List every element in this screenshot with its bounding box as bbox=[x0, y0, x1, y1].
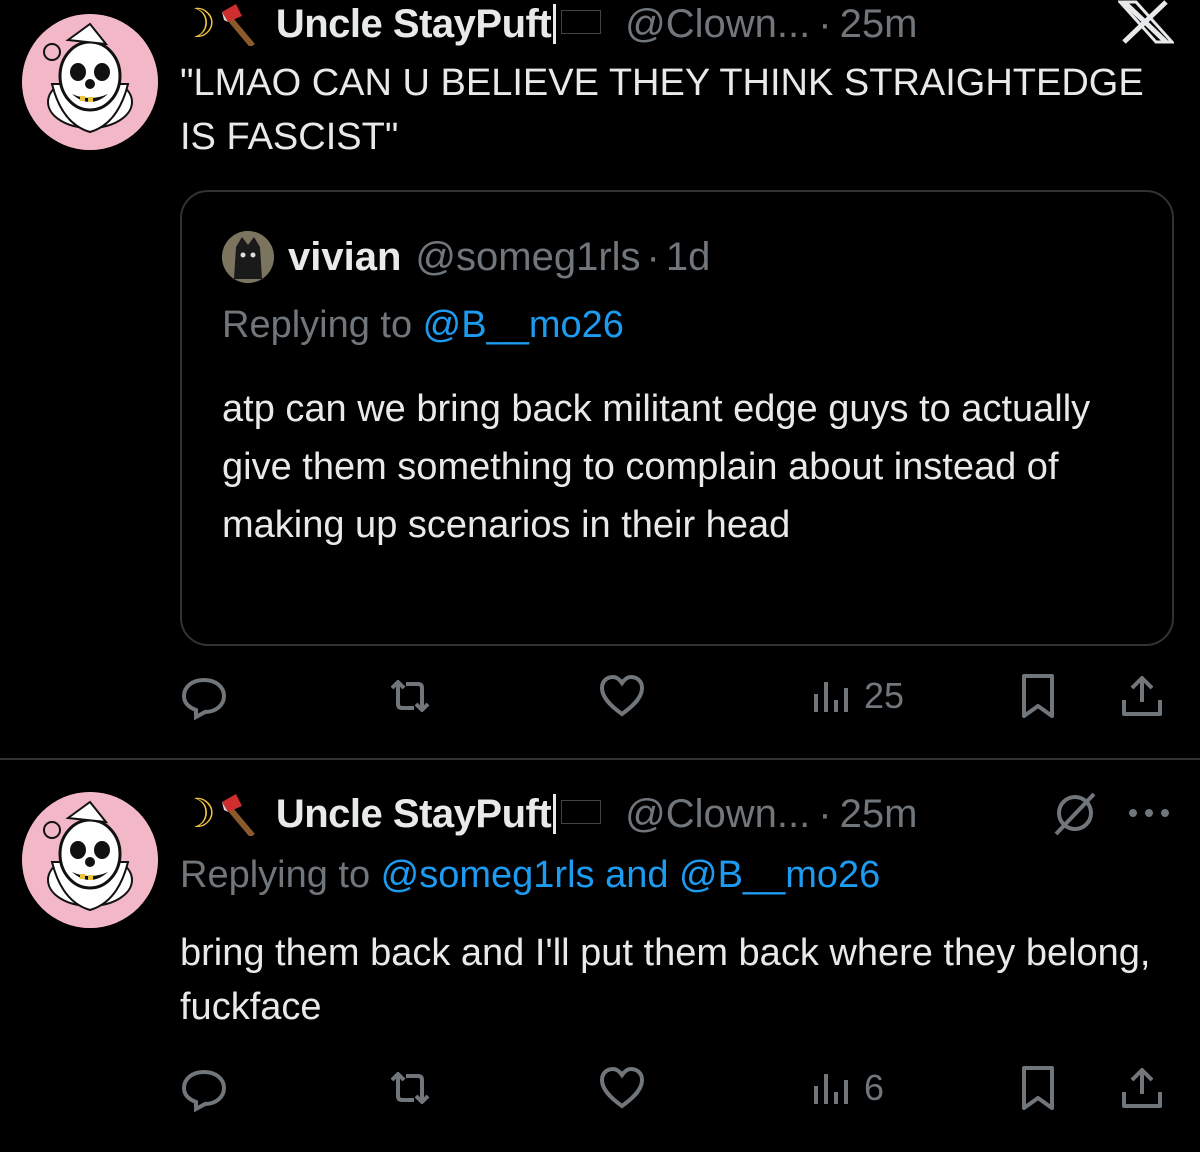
views-button[interactable]: 6 bbox=[808, 1058, 884, 1118]
display-name[interactable]: Uncle StayPuft bbox=[276, 2, 552, 47]
crescent-moon-emoji: ☽ bbox=[180, 792, 216, 836]
timestamp[interactable]: 25m bbox=[840, 2, 918, 47]
quoted-tweet-text: atp can we bring back militant edge guys… bbox=[222, 388, 1091, 546]
timestamp[interactable]: 25m bbox=[840, 792, 918, 837]
separator-dot: · bbox=[818, 791, 832, 836]
black-flag-emoji bbox=[553, 4, 605, 44]
tweet-text: bring them back and I'll put them back w… bbox=[180, 932, 1151, 1028]
replying-to-label: Replying to bbox=[180, 854, 381, 896]
bookmark-button[interactable] bbox=[1014, 666, 1062, 726]
retweet-button[interactable] bbox=[386, 666, 434, 726]
black-flag-emoji bbox=[553, 794, 605, 834]
reply-button[interactable] bbox=[180, 1058, 228, 1118]
quoted-avatar[interactable] bbox=[222, 231, 274, 283]
user-handle[interactable]: @Clown... bbox=[625, 2, 810, 47]
replying-to: Replying to @B__mo26 bbox=[222, 304, 624, 347]
display-name[interactable]: Uncle StayPuft bbox=[276, 792, 552, 837]
tweet-divider bbox=[0, 758, 1200, 760]
like-button[interactable] bbox=[598, 666, 646, 726]
views-icon bbox=[814, 682, 848, 712]
more-icon[interactable] bbox=[1124, 786, 1174, 840]
share-button[interactable] bbox=[1118, 1058, 1166, 1118]
axe-emoji bbox=[221, 794, 255, 836]
reply-button[interactable] bbox=[180, 666, 228, 726]
tweet-2[interactable]: ☽ Uncle StayPuft @Clown... · 25m Replyin… bbox=[0, 762, 1200, 1152]
retweet-button[interactable] bbox=[386, 1058, 434, 1118]
retweet-icon bbox=[390, 680, 430, 712]
views-count: 25 bbox=[864, 675, 905, 716]
views-count: 6 bbox=[864, 1067, 885, 1108]
action-bar: 6 bbox=[180, 1058, 1180, 1118]
retweet-icon bbox=[390, 1072, 430, 1104]
action-bar: 25 bbox=[180, 666, 1180, 726]
tweet-1[interactable]: ☽ Uncle StayPuft @Clown... · 25m "LMAO C… bbox=[0, 0, 1200, 758]
heart-icon bbox=[599, 1066, 645, 1109]
share-button[interactable] bbox=[1118, 666, 1166, 726]
quoted-timestamp[interactable]: 1d bbox=[666, 235, 711, 280]
share-icon bbox=[1122, 676, 1162, 716]
quoted-tweet[interactable]: vivian @someg1rls · 1d Replying to @B__m… bbox=[180, 190, 1174, 646]
tweet-text: "LMAO CAN U BELIEVE THEY THINK STRAIGHTE… bbox=[180, 62, 1144, 158]
quoted-tweet-header: vivian @someg1rls · 1d bbox=[222, 230, 710, 284]
replying-to-link[interactable]: @someg1rls and @B__mo26 bbox=[381, 854, 881, 896]
axe-emoji bbox=[221, 4, 255, 46]
heart-icon bbox=[599, 674, 645, 717]
x-logo-icon[interactable] bbox=[1118, 0, 1174, 44]
bookmark-button[interactable] bbox=[1014, 1058, 1062, 1118]
avatar[interactable] bbox=[22, 792, 158, 928]
share-icon bbox=[1122, 1068, 1162, 1108]
reply-icon bbox=[181, 677, 227, 720]
crescent-moon-emoji: ☽ bbox=[180, 2, 216, 46]
replying-to: Replying to @someg1rls and @B__mo26 bbox=[180, 854, 880, 897]
views-button[interactable]: 25 bbox=[808, 666, 904, 726]
user-handle[interactable]: @Clown... bbox=[625, 792, 810, 837]
replying-to-label: Replying to bbox=[222, 304, 423, 346]
like-button[interactable] bbox=[598, 1058, 646, 1118]
replying-to-link[interactable]: @B__mo26 bbox=[423, 304, 624, 346]
reply-icon bbox=[181, 1069, 227, 1112]
bookmark-icon bbox=[1022, 674, 1054, 718]
quoted-handle[interactable]: @someg1rls bbox=[415, 235, 640, 280]
grok-icon[interactable] bbox=[1048, 786, 1102, 840]
avatar[interactable] bbox=[22, 14, 158, 150]
separator-dot: · bbox=[646, 234, 660, 279]
separator-dot: · bbox=[818, 1, 832, 46]
tweet-header: ☽ Uncle StayPuft @Clown... · 25m bbox=[180, 0, 917, 48]
tweet-header: ☽ Uncle StayPuft @Clown... · 25m bbox=[180, 790, 917, 838]
bookmark-icon bbox=[1022, 1066, 1054, 1110]
views-icon bbox=[814, 1074, 848, 1104]
quoted-display-name[interactable]: vivian bbox=[288, 235, 401, 280]
